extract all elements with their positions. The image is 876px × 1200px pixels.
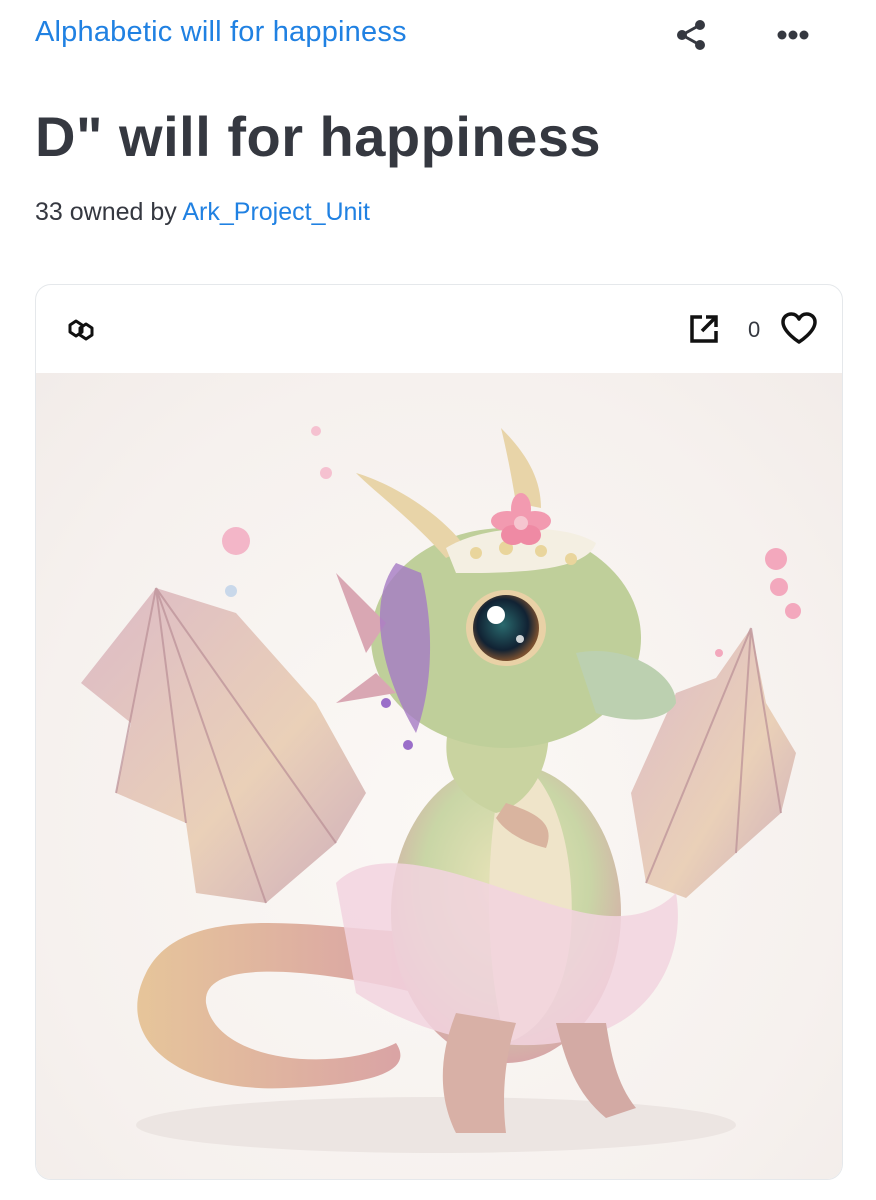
share-button[interactable] [670, 14, 712, 56]
more-options-icon [777, 30, 809, 40]
open-external-button[interactable] [686, 311, 722, 347]
owned-count-text: 33 owned by [35, 198, 177, 226]
page-title: D" will for happiness [35, 105, 602, 168]
owner-link[interactable]: Ark_Project_Unit [182, 198, 370, 226]
item-media-card: 0 [35, 284, 843, 1180]
share-icon [677, 20, 705, 50]
favorite-count: 0 [748, 317, 761, 342]
more-options-button[interactable] [770, 14, 816, 56]
polygon-chain-icon [68, 319, 94, 341]
open-external-icon [690, 315, 718, 343]
collection-link[interactable]: Alphabetic will for happiness [35, 16, 407, 49]
card-header: 0 [36, 285, 842, 373]
top-bar: Alphabetic will for happiness [0, 0, 876, 70]
ownership-line: 33 owned by Ark_Project_Unit [35, 198, 370, 227]
dragon-artwork [81, 426, 801, 1153]
favorite-button[interactable] [780, 311, 818, 347]
heart-icon [781, 312, 817, 344]
artwork-image[interactable] [36, 373, 842, 1179]
chain-indicator[interactable] [64, 313, 98, 347]
